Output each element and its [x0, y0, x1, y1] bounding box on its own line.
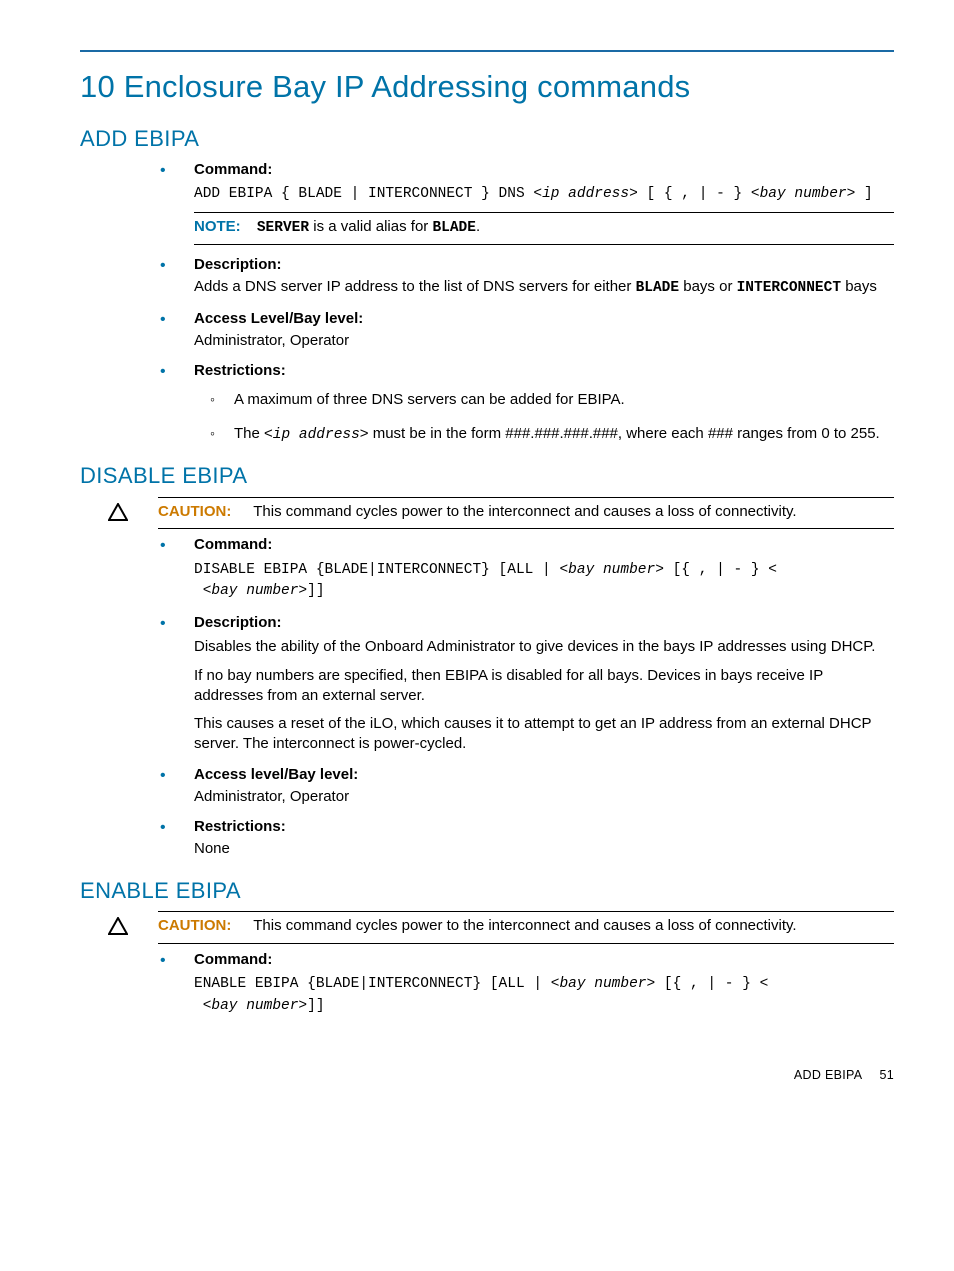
restrictions-label: Restrictions: — [194, 817, 894, 837]
restrictions-value: None — [194, 839, 894, 859]
footer-section: ADD EBIPA — [794, 1068, 862, 1082]
section-enable-ebipa: ENABLE EBIPA — [80, 876, 894, 906]
footer-page-number: 51 — [879, 1068, 894, 1082]
description-item: Description: Disables the ability of the… — [160, 613, 894, 755]
command-item: Command: ADD EBIPA { BLADE | INTERCONNEC… — [160, 160, 894, 246]
command-syntax: ENABLE EBIPA {BLADE|INTERCONNECT} [ALL |… — [194, 974, 894, 1018]
access-value: Administrator, Operator — [194, 787, 894, 807]
command-item: Command: ENABLE EBIPA {BLADE|INTERCONNEC… — [160, 950, 894, 1018]
page-footer: ADD EBIPA 51 — [80, 1067, 894, 1084]
note-label: NOTE: — [194, 218, 241, 235]
access-item: Access Level/Bay level: Administrator, O… — [160, 309, 894, 352]
command-syntax: ADD EBIPA { BLADE | INTERCONNECT } DNS <… — [194, 184, 894, 206]
enable-ebipa-list: Command: ENABLE EBIPA {BLADE|INTERCONNEC… — [80, 950, 894, 1018]
add-ebipa-list: Command: ADD EBIPA { BLADE | INTERCONNEC… — [80, 160, 894, 446]
description-label: Description: — [194, 613, 894, 633]
note-blade: BLADE — [432, 220, 476, 236]
command-label: Command: — [194, 950, 894, 970]
description-body: Adds a DNS server IP address to the list… — [194, 277, 894, 299]
restrictions-sublist: A maximum of three DNS servers can be ad… — [194, 390, 894, 446]
description-label: Description: — [194, 255, 894, 275]
restriction-2: The <ip address> must be in the form ###… — [210, 424, 894, 446]
caution-body: CAUTION: This command cycles power to th… — [158, 497, 894, 529]
restrictions-label: Restrictions: — [194, 361, 894, 381]
restrictions-item: Restrictions: None — [160, 817, 894, 860]
caution-text: This command cycles power to the interco… — [253, 917, 796, 934]
header-rule — [80, 50, 894, 52]
divider — [194, 212, 894, 213]
desc-p2: If no bay numbers are specified, then EB… — [194, 666, 894, 707]
note-block: NOTE: SERVER is a valid alias for BLADE. — [194, 217, 894, 239]
caution-label: CAUTION: — [158, 503, 231, 520]
access-label: Access Level/Bay level: — [194, 309, 894, 329]
command-label: Command: — [194, 160, 894, 180]
caution-row: CAUTION: This command cycles power to th… — [108, 497, 894, 529]
caution-label: CAUTION: — [158, 917, 231, 934]
desc-p1: Disables the ability of the Onboard Admi… — [194, 637, 894, 657]
caution-body: CAUTION: This command cycles power to th… — [158, 911, 894, 943]
access-value: Administrator, Operator — [194, 331, 894, 351]
command-item: Command: DISABLE EBIPA {BLADE|INTERCONNE… — [160, 535, 894, 603]
disable-ebipa-list: Command: DISABLE EBIPA {BLADE|INTERCONNE… — [80, 535, 894, 859]
restriction-1: A maximum of three DNS servers can be ad… — [210, 390, 894, 410]
section-add-ebipa: ADD EBIPA — [80, 124, 894, 154]
access-item: Access level/Bay level: Administrator, O… — [160, 765, 894, 808]
note-server: SERVER — [257, 220, 309, 236]
restrictions-item: Restrictions: A maximum of three DNS ser… — [160, 361, 894, 445]
access-label: Access level/Bay level: — [194, 765, 894, 785]
caution-row: CAUTION: This command cycles power to th… — [108, 911, 894, 943]
description-item: Description: Adds a DNS server IP addres… — [160, 255, 894, 299]
caution-icon — [108, 917, 128, 941]
command-syntax: DISABLE EBIPA {BLADE|INTERCONNECT} [ALL … — [194, 560, 894, 604]
desc-p3: This causes a reset of the iLO, which ca… — [194, 714, 894, 755]
caution-icon — [108, 503, 128, 527]
divider — [194, 244, 894, 245]
caution-text: This command cycles power to the interco… — [253, 503, 796, 520]
section-disable-ebipa: DISABLE EBIPA — [80, 461, 894, 491]
chapter-title: 10 Enclosure Bay IP Addressing commands — [80, 66, 894, 108]
command-label: Command: — [194, 535, 894, 555]
